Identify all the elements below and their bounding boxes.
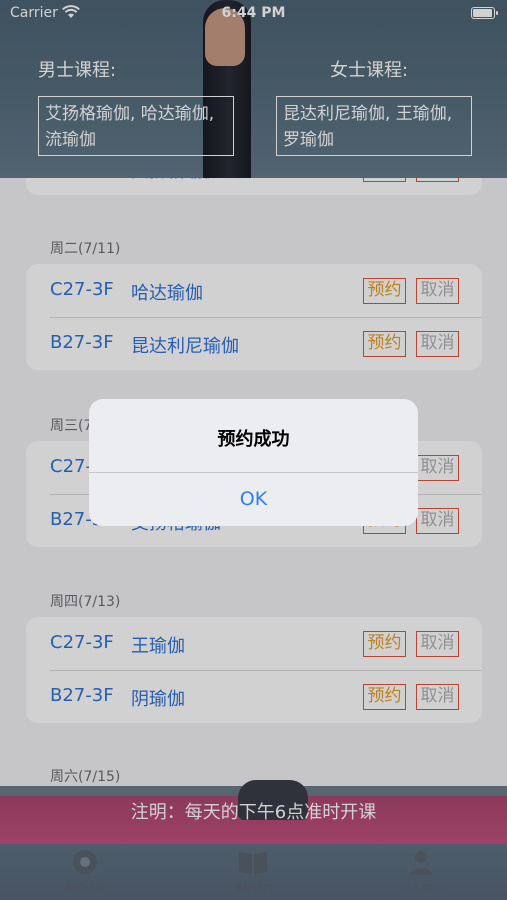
men-courses-list: 艾扬格瑜伽, 哈达瑜伽, 流瑜伽: [38, 96, 234, 156]
room-label: C27-3F: [50, 632, 114, 653]
room-label: C27-3F: [50, 279, 114, 300]
women-courses: 女士课程: 昆达利尼瑜伽, 王瑜伽, 罗瑜伽: [276, 56, 472, 156]
cancel-button[interactable]: 取消: [416, 455, 459, 481]
cancel-button[interactable]: 取消: [416, 278, 459, 304]
status-time: 6:44 PM: [221, 5, 286, 21]
person-icon: [410, 851, 432, 875]
schedule-card: C27-3F 哈达瑜伽 预约 取消 B27-3F 昆达利尼瑜伽 预约 取消: [26, 264, 482, 370]
schedule-row: C27-3F 哈达瑜伽 预约 取消: [26, 264, 482, 317]
book-icon: [239, 852, 267, 874]
schedule-row: B27-3F 昆达利尼瑜伽 预约 取消: [26, 317, 482, 370]
women-courses-list: 昆达利尼瑜伽, 王瑜伽, 罗瑜伽: [276, 96, 472, 156]
book-button[interactable]: 预约: [363, 178, 406, 182]
tab-video-share[interactable]: 视频分享: [25, 848, 145, 895]
men-courses-title: 男士课程:: [38, 60, 117, 81]
tab-course-booking[interactable]: 课程预约: [193, 848, 313, 895]
tab-bar: 视频分享 课程预约 个人中心: [0, 844, 507, 900]
book-button[interactable]: 预约: [363, 331, 406, 357]
schedule-card-partial: 艾扬格瑜伽 预约 取消: [26, 178, 482, 195]
day-label: 周四(7/13): [50, 594, 121, 610]
schedule-row: C27-3F 王瑜伽 预约 取消: [26, 617, 482, 670]
schedule-row: B27-3F 阴瑜伽 预约 取消: [26, 670, 482, 723]
class-name: 昆达利尼瑜伽: [131, 336, 239, 357]
tab-profile[interactable]: 个人中心: [361, 848, 481, 895]
schedule-note: 注明：每天的下午6点准时开课: [130, 802, 377, 823]
cancel-button[interactable]: 取消: [416, 178, 459, 182]
tab-label: 视频分享: [65, 884, 105, 895]
class-name: 阴瑜伽: [131, 689, 185, 710]
alert-ok-button[interactable]: OK: [89, 473, 418, 526]
tab-label: 课程预约: [233, 884, 273, 895]
status-bar: Carrier 6:44 PM: [0, 0, 507, 28]
class-name: 哈达瑜伽: [131, 283, 203, 304]
class-name: 王瑜伽: [131, 636, 185, 657]
cancel-button[interactable]: 取消: [416, 631, 459, 657]
men-courses: 男士课程: 艾扬格瑜伽, 哈达瑜伽, 流瑜伽: [38, 56, 234, 156]
cancel-button[interactable]: 取消: [416, 331, 459, 357]
book-button[interactable]: 预约: [363, 631, 406, 657]
day-label: 周六(7/15): [50, 769, 121, 785]
tab-label: 个人中心: [401, 884, 441, 895]
book-button[interactable]: 预约: [363, 684, 406, 710]
cancel-button[interactable]: 取消: [416, 684, 459, 710]
schedule-card: C27-3F 王瑜伽 预约 取消 B27-3F 阴瑜伽 预约 取消: [26, 617, 482, 723]
battery-icon: [471, 7, 498, 19]
cancel-button[interactable]: 取消: [416, 508, 459, 534]
day-label: 周二(7/11): [50, 241, 121, 257]
book-button[interactable]: 预约: [363, 278, 406, 304]
schedule-row: 艾扬格瑜伽 预约 取消: [26, 178, 482, 195]
record-icon: [73, 850, 97, 874]
booking-success-alert: 预约成功 OK: [89, 399, 418, 526]
class-name: 艾扬格瑜伽: [131, 178, 221, 183]
room-label: B27-3F: [50, 332, 114, 353]
women-courses-title: 女士课程:: [330, 60, 409, 81]
alert-title: 预约成功: [217, 429, 290, 450]
battery-level: [473, 9, 492, 17]
room-label: B27-3F: [50, 685, 114, 706]
